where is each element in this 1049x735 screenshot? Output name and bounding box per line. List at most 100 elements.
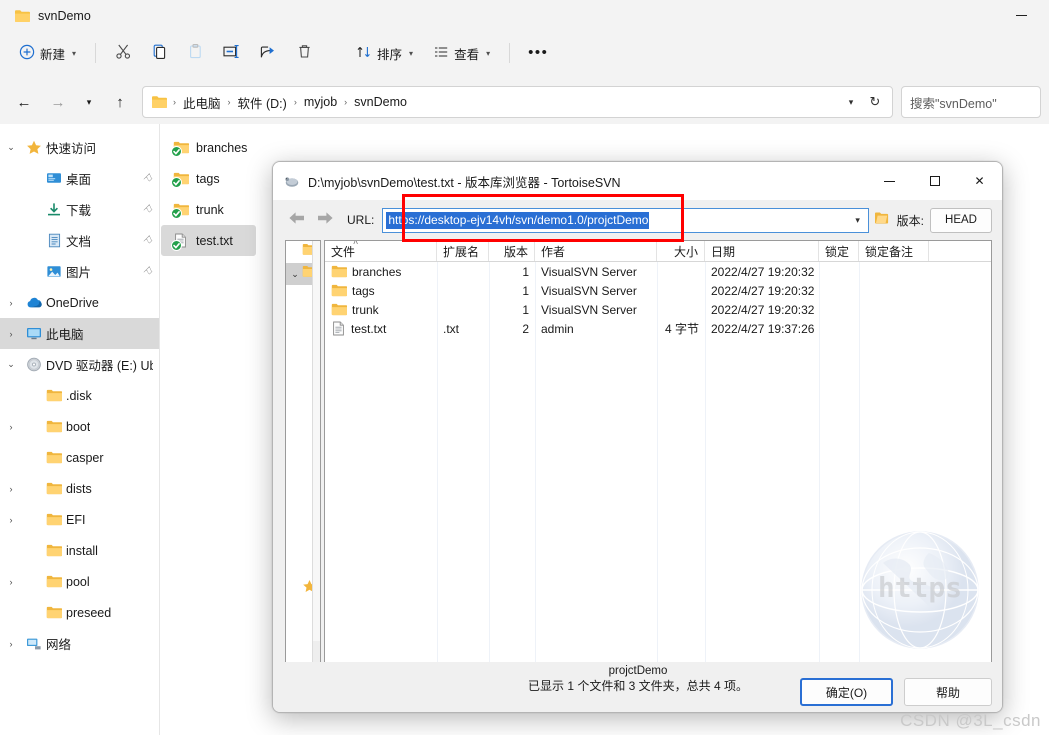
plus-circle-icon: [19, 44, 35, 63]
sidebar-item-disk[interactable]: .disk: [0, 380, 159, 411]
sidebar-item-label: 文档: [66, 235, 92, 249]
refresh-button[interactable]: ↻: [862, 94, 888, 110]
table-row[interactable]: branches 1 VisualSVN Server 2022/4/27 19:20…: [325, 262, 991, 281]
up-button[interactable]: ↑: [104, 86, 136, 118]
folder-icon: [46, 575, 62, 588]
url-dropdown-button[interactable]: ▾: [848, 215, 868, 226]
revision-button[interactable]: HEAD: [930, 207, 992, 233]
sidebar-item-dists[interactable]: › dists: [0, 473, 159, 504]
breadcrumb-item-0[interactable]: 此电脑: [179, 91, 225, 114]
sidebar-item-boot[interactable]: › boot: [0, 411, 159, 442]
icon-wrap: [42, 420, 66, 433]
pin-icon[interactable]: ⚐: [140, 263, 156, 279]
sidebar-item-onedrive[interactable]: › OneDrive: [0, 287, 159, 318]
file-icon-wrap: [171, 203, 190, 219]
column-header[interactable]: 作者: [535, 241, 657, 261]
search-input[interactable]: 搜索"svnDemo": [901, 86, 1041, 118]
share-button[interactable]: [251, 37, 285, 69]
table-row[interactable]: tags 1 VisualSVN Server 2022/4/27 19:20:32: [325, 281, 991, 300]
explorer-minimize-button[interactable]: [999, 0, 1043, 30]
sidebar-item-pool[interactable]: › pool: [0, 566, 159, 597]
dialog-maximize-button[interactable]: [912, 162, 957, 200]
sidebar-item-efi[interactable]: › EFI: [0, 504, 159, 535]
column-header[interactable]: 大小: [657, 241, 705, 261]
file-list-item[interactable]: test.txt: [161, 225, 256, 256]
recent-locations-button[interactable]: ▾: [76, 86, 102, 118]
address-bar[interactable]: › 此电脑 › 软件 (D:) › myjob › svnDemo ▾ ↻: [142, 86, 893, 118]
file-list-item[interactable]: tags: [161, 163, 256, 194]
sort-button-label: 排序: [377, 47, 403, 62]
help-button-label: 帮助: [935, 685, 960, 700]
sidebar-item-[interactable]: › 网络: [0, 628, 159, 659]
delete-button[interactable]: [287, 37, 321, 69]
sidebar-item-[interactable]: 下载 ⚐: [0, 194, 159, 225]
breadcrumb-item-3[interactable]: svnDemo: [350, 93, 411, 111]
sidebar-item-preseed[interactable]: preseed: [0, 597, 159, 628]
column-header[interactable]: 锁定: [819, 241, 859, 261]
file-name: test.txt: [196, 233, 233, 248]
sidebar-item-[interactable]: › 此电脑: [0, 318, 159, 349]
copy-button[interactable]: [142, 37, 176, 69]
column-separator: [819, 262, 820, 663]
chevron-right-icon[interactable]: ›: [0, 515, 22, 525]
back-button[interactable]: ←: [8, 86, 40, 118]
chevron-right-icon[interactable]: ›: [0, 422, 22, 432]
tree-scrollbar[interactable]: [312, 241, 320, 663]
dialog-window-controls: ✕: [867, 162, 1002, 200]
explorer-tab-svndemo[interactable]: svnDemo: [10, 3, 101, 28]
column-header[interactable]: 锁定备注: [859, 241, 929, 261]
sidebar-item-dvd-e-ub[interactable]: ⌄ DVD 驱动器 (E:) Ub: [0, 349, 159, 380]
cut-button[interactable]: [106, 37, 140, 69]
repository-tree-pane[interactable]: ⌄: [285, 240, 321, 664]
column-header[interactable]: 扩展名: [437, 241, 489, 261]
sort-button[interactable]: 排序 ▾: [347, 37, 422, 69]
dialog-url-toolbar: URL: https://desktop-ejv14vh/svn/demo1.0…: [273, 200, 1002, 240]
column-header[interactable]: 日期: [705, 241, 819, 261]
table-cell-file: branches: [325, 265, 437, 279]
file-list-item[interactable]: trunk: [161, 194, 256, 225]
sidebar-item-casper[interactable]: casper: [0, 442, 159, 473]
chevron-right-icon[interactable]: ›: [0, 484, 22, 494]
rename-button[interactable]: [214, 37, 249, 69]
dialog-minimize-button[interactable]: [867, 162, 912, 200]
open-repository-button[interactable]: [869, 210, 895, 231]
column-header[interactable]: 文件 ˄: [325, 241, 437, 261]
sidebar-item-[interactable]: ⌄ 快速访问: [0, 132, 159, 163]
sidebar-item-install[interactable]: install: [0, 535, 159, 566]
chevron-right-icon[interactable]: ›: [0, 329, 22, 339]
tree-expander[interactable]: ⌄: [288, 269, 302, 280]
pin-icon[interactable]: ⚐: [140, 170, 156, 186]
new-button[interactable]: 新建 ▾: [10, 37, 85, 69]
chevron-right-icon[interactable]: ›: [0, 577, 22, 587]
forward-button[interactable]: →: [42, 86, 74, 118]
pin-icon[interactable]: ⚐: [140, 232, 156, 248]
chevron-right-icon[interactable]: ›: [0, 298, 22, 308]
csdn-watermark: CSDN @3L_csdn: [900, 711, 1041, 730]
breadcrumb-item-1[interactable]: 软件 (D:): [234, 91, 291, 114]
chevron-down-icon[interactable]: ⌄: [0, 359, 22, 370]
chevron-right-icon[interactable]: ›: [0, 639, 22, 649]
tree-scrollbar-thumb[interactable]: [313, 641, 320, 663]
url-input[interactable]: https://desktop-ejv14vh/svn/demo1.0/proj…: [382, 207, 869, 233]
repo-back-button[interactable]: [285, 208, 309, 232]
sidebar-item-[interactable]: 桌面 ⚐: [0, 163, 159, 194]
ok-button[interactable]: 确定(O): [800, 678, 893, 706]
pin-icon[interactable]: ⚐: [140, 201, 156, 217]
sidebar-item-[interactable]: 文档 ⚐: [0, 225, 159, 256]
file-list-item[interactable]: branches: [161, 132, 256, 163]
table-row[interactable]: trunk 1 VisualSVN Server 2022/4/27 19:20:32: [325, 300, 991, 319]
table-row[interactable]: test.txt .txt 2 admin 4 字节 2022/4/27 19:37:26: [325, 319, 991, 338]
repo-forward-button[interactable]: [313, 208, 337, 232]
sidebar-item-[interactable]: 图片 ⚐: [0, 256, 159, 287]
view-button[interactable]: 查看 ▾: [424, 37, 499, 69]
breadcrumb-item-2[interactable]: myjob: [300, 93, 341, 111]
address-dropdown-button[interactable]: ▾: [840, 97, 862, 108]
folder-icon: [46, 513, 62, 526]
icon-wrap: [42, 264, 66, 279]
chevron-down-icon[interactable]: ⌄: [0, 142, 22, 153]
column-header[interactable]: 版本: [489, 241, 535, 261]
more-options-button[interactable]: •••: [520, 37, 556, 69]
paste-button[interactable]: [178, 37, 212, 69]
dialog-close-button[interactable]: ✕: [957, 162, 1002, 200]
help-button[interactable]: 帮助: [904, 678, 992, 706]
